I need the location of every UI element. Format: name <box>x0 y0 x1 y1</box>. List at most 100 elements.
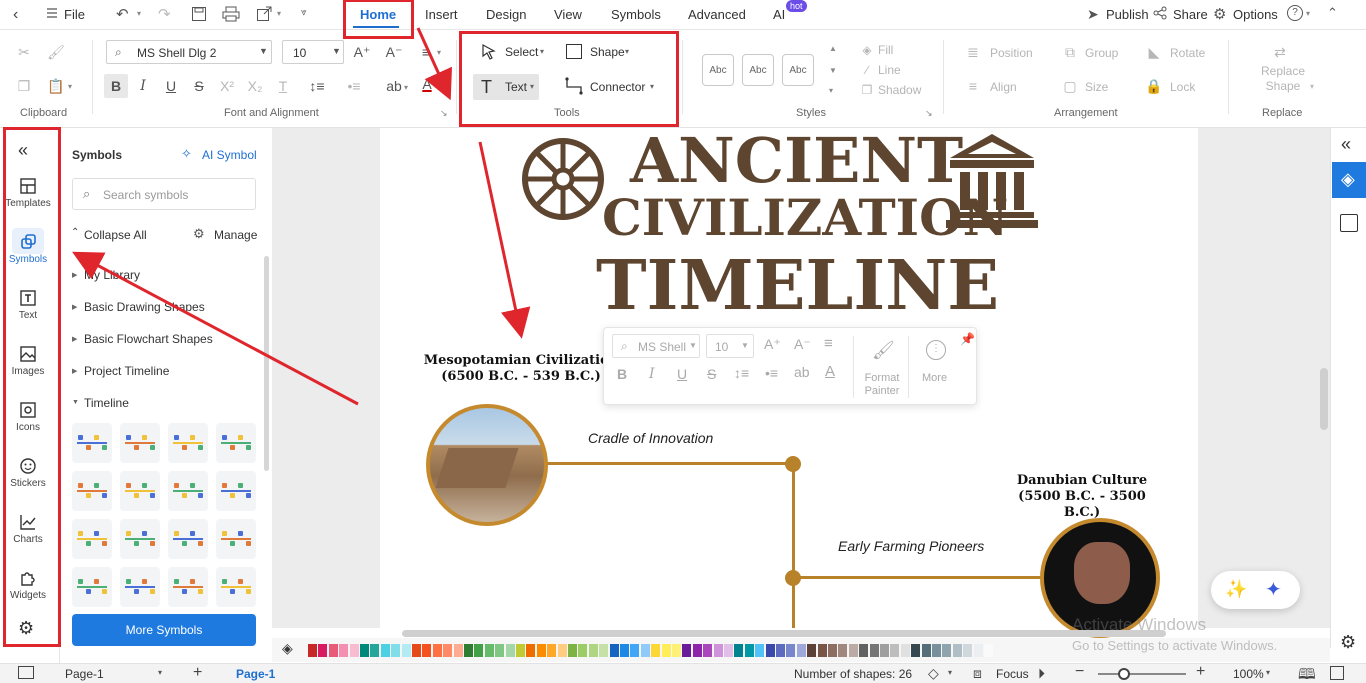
color-swatch[interactable] <box>516 644 525 657</box>
styles-scroll-up-icon[interactable]: ▲ <box>829 44 837 53</box>
chevron-down-icon[interactable]: ▾ <box>158 668 162 677</box>
color-swatch[interactable] <box>339 644 349 657</box>
timeline-template-thumbnail[interactable] <box>120 471 160 511</box>
shadow-icon[interactable]: ❐ <box>857 80 877 100</box>
copy-icon[interactable]: ❐ <box>14 76 34 96</box>
timeline-template-thumbnail[interactable] <box>168 519 208 559</box>
color-swatch[interactable] <box>817 644 827 657</box>
share-button[interactable]: Share <box>1173 7 1208 22</box>
help-dropdown-icon[interactable]: ▾ <box>1306 9 1310 18</box>
vertical-scrollbar[interactable] <box>1320 368 1328 430</box>
float-font-select[interactable]: ⌕ MS Shell ▼ <box>612 334 700 358</box>
text-style-icon[interactable]: ab <box>384 76 404 96</box>
color-swatch[interactable] <box>651 644 661 657</box>
collapse-all-button[interactable]: Collapse All <box>84 228 147 242</box>
zoom-slider-track[interactable] <box>1098 673 1186 675</box>
more-symbols-button[interactable]: More Symbols <box>72 614 256 646</box>
timeline-template-thumbnail[interactable] <box>216 471 256 511</box>
bold-icon[interactable]: B <box>106 76 126 96</box>
font-size-select[interactable]: 10 ▼ <box>282 40 344 64</box>
timeline-template-thumbnail[interactable] <box>120 519 160 559</box>
settings-gear-icon[interactable]: ⚙ <box>1340 632 1356 653</box>
style-sample-3[interactable]: Abc <box>782 54 814 86</box>
font-color-icon[interactable]: A <box>417 74 437 94</box>
color-swatch[interactable] <box>963 644 973 657</box>
color-swatch[interactable] <box>942 644 952 657</box>
color-swatch[interactable] <box>859 644 869 657</box>
color-swatch[interactable] <box>796 644 806 657</box>
color-swatch[interactable] <box>828 644 837 657</box>
mesopotamia-photo[interactable] <box>426 404 548 526</box>
color-swatch[interactable] <box>661 644 671 657</box>
color-swatch[interactable] <box>443 644 453 657</box>
title-line-2[interactable]: CIVILIZATION <box>602 188 1008 247</box>
export-dropdown-icon[interactable]: ▾ <box>277 9 281 18</box>
color-swatch[interactable] <box>464 644 473 657</box>
position-button[interactable]: Position <box>990 46 1033 60</box>
book-view-icon[interactable]: 🕮 <box>1298 664 1316 683</box>
lock-button[interactable]: Lock <box>1170 80 1195 94</box>
color-swatch[interactable] <box>474 644 484 657</box>
font-dialog-launcher-icon[interactable]: ↘ <box>440 108 448 119</box>
size-button[interactable]: Size <box>1085 80 1108 94</box>
undo-icon[interactable]: ↶ <box>116 5 129 23</box>
fill-bucket-icon[interactable]: ◈ <box>282 640 293 657</box>
redo-icon[interactable]: ↷ <box>158 5 171 23</box>
color-swatch[interactable] <box>599 644 609 657</box>
focus-button[interactable]: Focus <box>996 667 1029 681</box>
align-icon[interactable]: ≡ <box>824 335 833 352</box>
color-swatch[interactable] <box>360 644 369 657</box>
file-menu[interactable]: File <box>64 7 85 22</box>
shadow-button[interactable]: Shadow <box>878 83 921 97</box>
slideshow-icon[interactable] <box>1340 214 1358 232</box>
color-swatch[interactable] <box>308 644 317 657</box>
bullet-list-icon[interactable]: •≡ <box>765 365 778 381</box>
color-swatch[interactable] <box>318 644 328 657</box>
color-swatch[interactable] <box>869 644 879 657</box>
align-objects-icon[interactable]: ≡ <box>963 76 983 96</box>
bullet-list-icon[interactable]: •≡ <box>344 76 364 96</box>
align-dropdown-icon[interactable]: ▾ <box>437 48 441 57</box>
color-swatch[interactable] <box>755 644 765 657</box>
timeline-dot-1[interactable] <box>785 456 801 472</box>
subscript-icon[interactable]: X₂ <box>245 76 265 96</box>
style-sample-2[interactable]: Abc <box>742 54 774 86</box>
color-swatch[interactable] <box>526 644 536 657</box>
timeline-branch-1[interactable] <box>546 462 794 465</box>
print-icon[interactable] <box>222 6 240 22</box>
title-line-3[interactable]: TIMELINE <box>596 246 999 326</box>
back-icon[interactable]: ‹ <box>13 6 18 24</box>
timeline-template-thumbnail[interactable] <box>72 423 112 463</box>
replace-shape-button[interactable]: Replace Shape <box>1258 64 1308 94</box>
color-swatch[interactable] <box>630 644 640 657</box>
rotate-icon[interactable]: ◣ <box>1144 42 1164 62</box>
play-icon[interactable]: ⏵ <box>1038 665 1045 682</box>
timeline-template-thumbnail[interactable] <box>216 519 256 559</box>
search-input[interactable]: ⌕ Search symbols <box>72 178 256 210</box>
decrease-font-icon[interactable]: A⁻ <box>384 42 404 62</box>
color-swatch[interactable] <box>724 644 733 657</box>
library-basic-flowchart-shapes[interactable]: Basic Flowchart Shapes <box>84 332 213 346</box>
font-family-select[interactable]: ⌕ MS Shell Dlg 2 ▼ <box>106 40 272 64</box>
more-button[interactable]: More <box>922 372 947 384</box>
zoom-dropdown-icon[interactable]: ▾ <box>1266 668 1270 677</box>
color-swatch[interactable] <box>703 644 713 657</box>
color-swatch[interactable] <box>547 644 557 657</box>
increase-font-icon[interactable]: A⁺ <box>352 42 372 62</box>
color-swatch[interactable] <box>911 644 921 657</box>
timeline-dot-2[interactable] <box>785 570 801 586</box>
format-painter-button[interactable]: Format Painter <box>862 372 902 398</box>
pin-icon[interactable]: 📌 <box>960 332 975 346</box>
help-icon[interactable]: ? <box>1287 5 1303 21</box>
fit-page-icon[interactable] <box>1330 666 1344 680</box>
text-case-icon[interactable]: T̲ <box>273 76 293 96</box>
fill-panel-tab[interactable]: ◈ <box>1332 162 1366 198</box>
layers-dropdown-icon[interactable]: ▾ <box>948 668 952 677</box>
library-timeline[interactable]: Timeline <box>84 396 129 410</box>
strikethrough-icon[interactable]: S <box>707 366 716 382</box>
timeline-template-thumbnail[interactable] <box>168 423 208 463</box>
italic-icon[interactable]: I <box>649 366 655 382</box>
color-swatch[interactable] <box>432 644 442 657</box>
color-swatch[interactable] <box>900 644 910 657</box>
rotate-button[interactable]: Rotate <box>1170 46 1205 60</box>
